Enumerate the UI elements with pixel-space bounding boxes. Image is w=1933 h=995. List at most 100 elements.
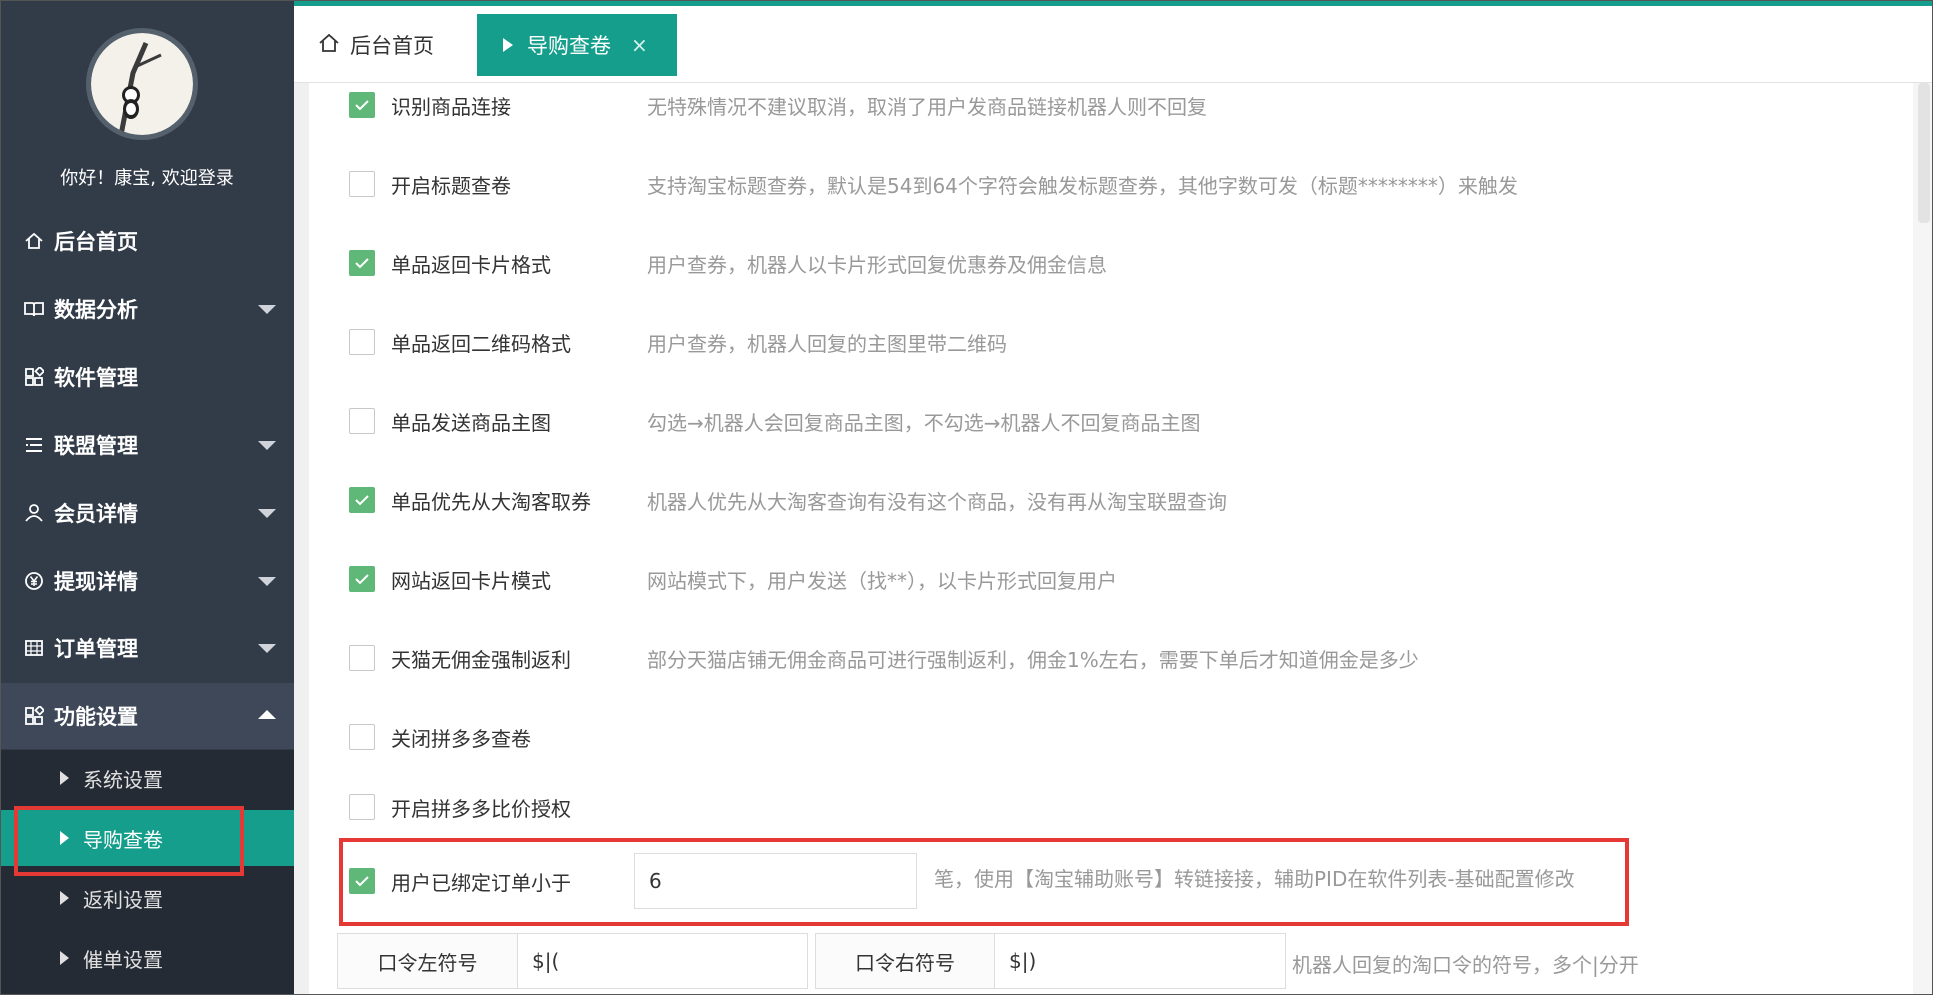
tab-bar: 后台首页 导购查卷 × — [294, 0, 1933, 83]
sidebar-item-label: 会员详情 — [54, 502, 138, 526]
sidebar-subitem-label: 返利设置 — [83, 887, 163, 912]
sidebar-subitem-system[interactable]: 系统设置 — [0, 750, 294, 806]
token-right-label: 口令右符号 — [815, 933, 995, 989]
caret-right-icon — [60, 891, 69, 905]
option-label: 单品优先从大淘客取券 — [391, 489, 591, 514]
chevron-down-icon — [258, 577, 276, 586]
option-row: 单品返回卡片格式 用户查券，机器人以卡片形式回复优惠券及佣金信息 — [349, 243, 1107, 283]
sidebar-item-data-analysis[interactable]: 数据分析 — [0, 276, 294, 342]
option-row: 天猫无佣金强制返利 部分天猫店铺无佣金商品可进行强制返利，佣金1%左右，需要下单后… — [349, 638, 1419, 678]
option-row: 识别商品连接 无特殊情况不建议取消，取消了用户发商品链接机器人则不回复 — [349, 85, 1207, 125]
option-row: 网站返回卡片模式 网站模式下，用户发送（找**），以卡片形式回复用户 — [349, 559, 1117, 599]
checkbox[interactable] — [349, 645, 375, 671]
token-hint: 机器人回复的淘口令的符号，多个|分开 — [1292, 953, 1639, 977]
scrollbar-thumb[interactable] — [1918, 83, 1930, 223]
option-row: 单品发送商品主图 勾选→机器人会回复商品主图，不勾选→机器人不回复商品主图 — [349, 401, 1201, 441]
sidebar-item-label: 提现详情 — [54, 570, 138, 594]
option-description: 网站模式下，用户发送（找**），以卡片形式回复用户 — [647, 568, 1117, 593]
option-row: 单品优先从大淘客取券 机器人优先从大淘客查询有没有这个商品，没有再从淘宝联盟查询 — [349, 480, 1227, 520]
highlight-box-sidebar — [14, 806, 244, 876]
option-description: 用户查券，机器人回复的主图里带二维码 — [647, 331, 1007, 356]
highlight-box-content — [339, 838, 1629, 926]
checkbox[interactable] — [349, 171, 375, 197]
chevron-up-icon — [258, 710, 276, 719]
checkbox[interactable] — [349, 329, 375, 355]
avatar[interactable] — [86, 28, 198, 140]
chevron-down-icon — [258, 441, 276, 450]
option-description: 无特殊情况不建议取消，取消了用户发商品链接机器人则不回复 — [647, 94, 1207, 119]
token-right-input[interactable]: $|) — [994, 933, 1286, 989]
sidebar-item-software[interactable]: 软件管理 — [0, 344, 294, 410]
chevron-down-icon — [258, 509, 276, 518]
sidebar-subitem-reminder[interactable]: 催单设置 — [0, 930, 294, 986]
sidebar-item-label: 数据分析 — [54, 298, 138, 322]
sidebar-item-alliance[interactable]: 联盟管理 — [0, 412, 294, 478]
grid-icon — [22, 636, 46, 660]
close-icon[interactable]: × — [631, 33, 648, 57]
caret-right-icon — [503, 38, 513, 52]
chevron-down-icon — [258, 644, 276, 653]
checkbox[interactable] — [349, 566, 375, 592]
tab-label: 后台首页 — [350, 34, 434, 58]
option-description: 支持淘宝标题查券，默认是54到64个字符会触发标题查券，其他字数可发（标题***… — [647, 173, 1518, 198]
checkbox[interactable] — [349, 92, 375, 118]
option-row: 关闭拼多多查卷 — [349, 717, 631, 757]
checkbox[interactable] — [349, 724, 375, 750]
sidebar-item-label: 联盟管理 — [54, 434, 138, 458]
option-description: 部分天猫店铺无佣金商品可进行强制返利，佣金1%左右，需要下单后才知道佣金是多少 — [647, 647, 1419, 672]
option-label: 识别商品连接 — [391, 94, 511, 119]
checkbox[interactable] — [349, 487, 375, 513]
checkbox[interactable] — [349, 408, 375, 434]
tab-home[interactable]: 后台首页 — [318, 14, 434, 76]
sidebar-item-label: 软件管理 — [54, 366, 138, 390]
chevron-down-icon — [258, 305, 276, 314]
option-label: 单品发送商品主图 — [391, 410, 551, 435]
option-label: 单品返回二维码格式 — [391, 331, 571, 356]
home-icon — [318, 32, 340, 59]
token-left-label: 口令左符号 — [337, 933, 518, 989]
home-icon — [22, 229, 46, 253]
tab-label: 导购查卷 — [527, 34, 611, 58]
sidebar-subitem-label: 催单设置 — [83, 947, 163, 972]
sidebar-item-withdraw[interactable]: 提现详情 — [0, 548, 294, 614]
user-icon — [22, 501, 46, 525]
token-left-input[interactable]: $|( — [517, 933, 808, 989]
option-description: 用户查券，机器人以卡片形式回复优惠券及佣金信息 — [647, 252, 1107, 277]
book-icon — [22, 297, 46, 321]
option-description: 机器人优先从大淘客查询有没有这个商品，没有再从淘宝联盟查询 — [647, 489, 1227, 514]
sidebar-item-orders[interactable]: 订单管理 — [0, 615, 294, 681]
sidebar-item-label: 功能设置 — [54, 705, 138, 729]
option-label: 网站返回卡片模式 — [391, 568, 551, 593]
caret-right-icon — [60, 951, 69, 965]
option-description: 勾选→机器人会回复商品主图，不勾选→机器人不回复商品主图 — [647, 410, 1201, 435]
sidebar-item-features[interactable]: 功能设置 — [0, 683, 294, 749]
option-label: 单品返回卡片格式 — [391, 252, 551, 277]
option-label: 关闭拼多多查卷 — [391, 726, 531, 751]
option-label: 天猫无佣金强制返利 — [391, 647, 571, 672]
welcome-text: 你好！康宝, 欢迎登录 — [60, 168, 234, 189]
sidebar: 你好！康宝, 欢迎登录 后台首页 数据分析 软件管理 联盟管理 会员详情 提现详… — [0, 0, 294, 995]
option-label: 开启拼多多比价授权 — [391, 796, 571, 821]
settings-panel: 识别商品连接 无特殊情况不建议取消，取消了用户发商品链接机器人则不回复开启标题查卷… — [309, 83, 1913, 995]
sidebar-item-label: 订单管理 — [54, 637, 138, 661]
caret-right-icon — [60, 771, 69, 785]
sidebar-subitem-label: 系统设置 — [83, 767, 163, 792]
checkbox[interactable] — [349, 250, 375, 276]
tab-coupon[interactable]: 导购查卷 × — [477, 14, 677, 76]
yen-icon — [22, 569, 46, 593]
apps-icon — [22, 704, 46, 728]
option-row: 开启标题查卷 支持淘宝标题查券，默认是54到64个字符会触发标题查券，其他字数可发… — [349, 164, 1518, 204]
scrollbar[interactable] — [1913, 83, 1933, 995]
option-label: 开启标题查卷 — [391, 173, 511, 198]
apps-icon — [22, 365, 46, 389]
top-accent-bar — [294, 0, 1933, 6]
list-icon — [22, 433, 46, 457]
sidebar-item-home[interactable]: 后台首页 — [0, 208, 294, 274]
checkbox[interactable] — [349, 794, 375, 820]
sidebar-subitem-rebate[interactable]: 返利设置 — [0, 870, 294, 926]
option-row: 开启拼多多比价授权 — [349, 787, 631, 827]
option-row: 单品返回二维码格式 用户查券，机器人回复的主图里带二维码 — [349, 322, 1007, 362]
sidebar-item-label: 后台首页 — [54, 230, 138, 254]
sidebar-item-members[interactable]: 会员详情 — [0, 480, 294, 546]
main-content: 识别商品连接 无特殊情况不建议取消，取消了用户发商品链接机器人则不回复开启标题查卷… — [294, 83, 1933, 995]
